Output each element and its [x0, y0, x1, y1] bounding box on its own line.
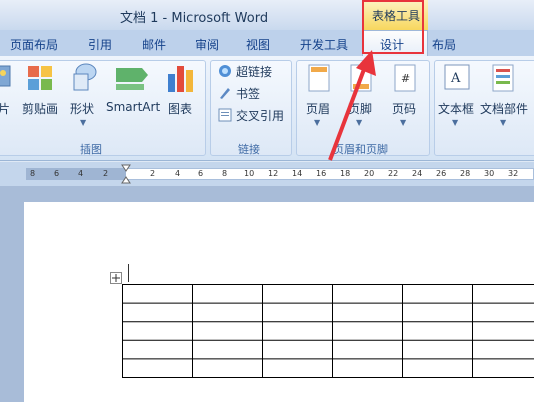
picture-icon[interactable]: [0, 64, 12, 90]
table[interactable]: [122, 284, 534, 380]
clipart-button-label[interactable]: 剪贴画: [22, 100, 58, 117]
annotation-highlight-box: [362, 0, 424, 54]
tab-view[interactable]: 视图: [246, 36, 270, 53]
ruler-tick: 8: [222, 169, 228, 178]
ruler-tick: 4: [175, 169, 181, 178]
quickparts-button-label[interactable]: 文档部件: [480, 100, 528, 117]
svg-text:#: #: [401, 72, 410, 85]
smartart-icon[interactable]: [114, 66, 150, 92]
ruler-tick: 10: [244, 169, 255, 178]
shapes-button-label[interactable]: 形状: [70, 100, 94, 117]
clipart-icon[interactable]: [26, 64, 54, 92]
textbox-icon[interactable]: A: [444, 64, 470, 90]
ruler-tick: 30: [484, 169, 495, 178]
textbox-button-label[interactable]: 文本框: [438, 100, 474, 117]
ruler-tick: 14: [292, 169, 303, 178]
ruler-tick: 28: [460, 169, 471, 178]
text-cursor: [128, 264, 129, 282]
textbox-dropdown-icon[interactable]: ▼: [452, 118, 458, 127]
quickparts-icon[interactable]: [492, 64, 514, 92]
chart-icon[interactable]: [166, 62, 196, 94]
ruler-tick: 12: [268, 169, 279, 178]
ruler-tick: 32: [508, 169, 519, 178]
tab-review[interactable]: 审阅: [195, 36, 219, 53]
ruler-tick: 6: [54, 169, 60, 178]
tab-mailings[interactable]: 邮件: [142, 36, 166, 53]
ruler-tick: 8: [30, 169, 36, 178]
ruler-tick: 18: [340, 169, 351, 178]
ruler-tick: 16: [316, 169, 327, 178]
svg-text:A: A: [450, 71, 461, 86]
shapes-icon[interactable]: [70, 62, 100, 94]
ruler-tick: 2: [150, 169, 156, 178]
window-title: 文档 1 - Microsoft Word: [120, 11, 269, 26]
hyperlink-icon[interactable]: [218, 63, 232, 77]
shapes-dropdown-icon[interactable]: ▼: [80, 118, 86, 127]
bookmark-button[interactable]: 书签: [236, 85, 260, 102]
links-group-label: 链接: [238, 143, 260, 156]
tab-page-layout[interactable]: 页面布局: [10, 36, 58, 53]
ruler-tick: 22: [388, 169, 399, 178]
table-move-handle-icon[interactable]: [110, 272, 122, 284]
ruler-tick: 4: [78, 169, 84, 178]
picture-button-label[interactable]: 片: [0, 100, 10, 117]
tab-references[interactable]: 引用: [88, 36, 112, 53]
cross-reference-icon[interactable]: [218, 107, 232, 122]
bookmark-icon[interactable]: [218, 85, 232, 99]
ruler-tick: 20: [364, 169, 375, 178]
ruler-tick: 2: [103, 169, 109, 178]
header-dropdown-icon[interactable]: ▼: [314, 118, 320, 127]
hyperlink-button[interactable]: 超链接: [236, 63, 272, 80]
ruler-tick: 24: [412, 169, 423, 178]
page-number-icon[interactable]: #: [394, 64, 416, 92]
smartart-button-label[interactable]: SmartArt: [106, 100, 160, 114]
annotation-arrow-icon: [328, 50, 376, 161]
ruler-tick: 26: [436, 169, 447, 178]
ruler-margin: [26, 168, 126, 180]
ruler-tick: 6: [198, 169, 204, 178]
page-number-button-label[interactable]: 页码: [392, 100, 416, 117]
cross-reference-button[interactable]: 交叉引用: [236, 107, 284, 124]
page-number-dropdown-icon[interactable]: ▼: [400, 118, 406, 127]
chart-button-label[interactable]: 图表: [168, 100, 192, 117]
tab-layout[interactable]: 布局: [432, 36, 456, 53]
indent-marker-icon[interactable]: [121, 164, 131, 184]
quickparts-dropdown-icon[interactable]: ▼: [500, 118, 506, 127]
illustrations-group-label: 插图: [80, 143, 102, 156]
